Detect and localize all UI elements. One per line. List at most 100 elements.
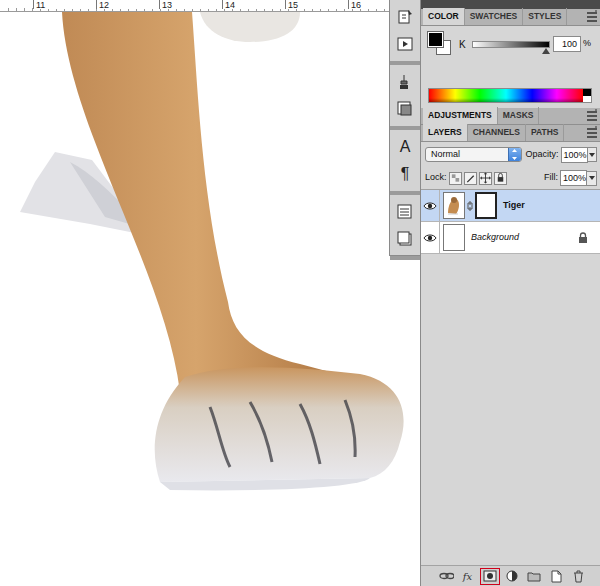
opacity-label: Opacity:: [526, 148, 559, 162]
adjustment-button[interactable]: [502, 568, 522, 585]
dock-button[interactable]: [390, 30, 420, 57]
lock-transparency-icon[interactable]: [449, 172, 462, 185]
panel-tab[interactable]: COLOR: [423, 8, 465, 25]
fill-label: Fill:: [544, 171, 558, 185]
layer-name: Tiger: [503, 199, 525, 213]
layer-name: Background: [471, 231, 519, 245]
ruler-tick: 12: [96, 0, 159, 9]
dock-button[interactable]: [390, 198, 420, 225]
eye-icon: [423, 201, 437, 211]
chain-icon: [466, 200, 474, 212]
stepper-icon: [508, 148, 521, 161]
dropdown-arrow-icon[interactable]: [587, 171, 597, 186]
opacity-field[interactable]: 100%: [561, 147, 588, 163]
actions-icon: [395, 34, 415, 54]
layer-list-empty-area: [421, 254, 600, 565]
layer-thumbnail: [443, 224, 465, 251]
tab-bar: COLORSWATCHESSTYLES: [421, 9, 600, 26]
new-icon: [548, 569, 564, 583]
document-area: 111213141516: [0, 0, 420, 586]
panel-tab[interactable]: STYLES: [523, 8, 567, 25]
fx-icon: fx: [463, 569, 472, 584]
new-button[interactable]: [546, 568, 566, 585]
color-panel: COLORSWATCHESSTYLES K100%: [421, 9, 600, 108]
mask-button[interactable]: [480, 568, 500, 585]
panel-tab[interactable]: ADJUSTMENTS: [423, 107, 498, 124]
dock-button[interactable]: ¶: [390, 160, 420, 187]
panels-column: COLORSWATCHESSTYLES K100% ADJUSTMENTSMASK…: [420, 0, 600, 586]
panel-tab[interactable]: SWATCHES: [465, 8, 524, 25]
dock-group: A¶: [390, 130, 420, 195]
fx-button[interactable]: fx: [458, 568, 478, 585]
canvas[interactable]: [0, 12, 420, 586]
ruler-tick: 15: [285, 0, 348, 9]
panel-menu-icon[interactable]: [584, 125, 600, 141]
adjustments-panel: ADJUSTMENTSMASKS: [421, 108, 600, 125]
blend-row: Normal Opacity:100%: [421, 142, 600, 164]
lock-row: Lock: Fill:100%: [421, 164, 600, 190]
layer-row[interactable]: Tiger: [421, 190, 600, 222]
dock-button[interactable]: [390, 95, 420, 122]
history-icon: [395, 7, 415, 27]
spectrum-ramp: [429, 89, 583, 102]
tab-bar: ADJUSTMENTSMASKS: [421, 108, 600, 125]
photoshop-window: 111213141516: [0, 0, 600, 586]
lock-all-icon[interactable]: [494, 172, 507, 185]
presets-icon: [395, 99, 415, 119]
dock-button[interactable]: A: [390, 133, 420, 160]
slider-thumb[interactable]: [542, 48, 550, 54]
tiger-thumbnail-icon: [444, 193, 464, 218]
panel-tab[interactable]: PATHS: [526, 124, 565, 141]
ruler-tick: 13: [159, 0, 222, 9]
lock-position-icon[interactable]: [479, 172, 492, 185]
comps-icon: [395, 202, 415, 222]
visibility-toggle[interactable]: [421, 222, 440, 254]
mask-slot: [465, 192, 497, 219]
foreground-color[interactable]: [428, 32, 443, 47]
mask-icon: [482, 569, 498, 583]
black-white-swatch: [583, 89, 591, 102]
dock-group: [390, 65, 420, 130]
blend-mode-select[interactable]: Normal: [425, 147, 522, 162]
layers-panel: LAYERSCHANNELSPATHSNormalOpacity:100%Loc…: [421, 125, 600, 586]
panel-menu-icon[interactable]: [584, 108, 600, 124]
layer-thumbnail: [443, 192, 465, 219]
ruler: 111213141516: [0, 0, 390, 12]
link-button[interactable]: [436, 568, 456, 585]
group-icon: [526, 569, 542, 583]
panel-dock: A¶: [389, 0, 420, 256]
channel-unit: %: [583, 37, 591, 51]
group-button[interactable]: [524, 568, 544, 585]
ruler-tick: 14: [222, 0, 285, 9]
notes-icon: [395, 229, 415, 249]
layer-row[interactable]: Background: [421, 222, 600, 254]
panel-tab[interactable]: CHANNELS: [468, 124, 526, 141]
layer-list: Tiger Background: [421, 190, 600, 254]
dock-button[interactable]: [390, 3, 420, 30]
character-icon: A: [400, 139, 411, 155]
lock-pixels-icon[interactable]: [464, 172, 477, 185]
fill-field[interactable]: 100%: [560, 170, 587, 186]
color-body: K100%: [421, 26, 600, 108]
link-icon: [438, 569, 454, 583]
panel-menu-icon[interactable]: [584, 9, 600, 25]
color-spectrum[interactable]: [428, 88, 592, 103]
eye-icon: [423, 233, 437, 243]
lock-label: Lock:: [425, 171, 447, 185]
panel-tab[interactable]: LAYERS: [423, 124, 468, 141]
blend-mode-value: Normal: [431, 148, 460, 161]
channel-slider[interactable]: [472, 41, 550, 48]
panel-tab[interactable]: MASKS: [498, 107, 540, 124]
visibility-toggle[interactable]: [421, 190, 440, 222]
dock-button[interactable]: [390, 68, 420, 95]
tiger-photo-icon: [0, 12, 420, 586]
channel-row: K100%: [428, 32, 595, 56]
color-swatches: [428, 32, 452, 56]
dock-button[interactable]: [390, 225, 420, 252]
dropdown-arrow-icon[interactable]: [588, 147, 597, 162]
ruler-tick: 11: [33, 0, 96, 9]
delete-button[interactable]: [568, 568, 588, 585]
mask-thumbnail[interactable]: [475, 192, 497, 219]
channel-value[interactable]: 100: [553, 36, 581, 52]
paragraph-icon: ¶: [401, 166, 410, 182]
